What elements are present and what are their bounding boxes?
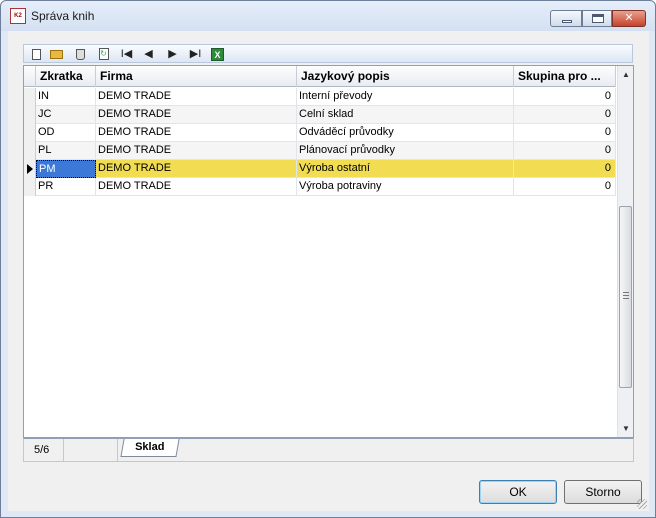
table-row[interactable]: OD DEMO TRADE Odváděcí průvodky 0 <box>24 124 616 142</box>
cell-popis[interactable]: Výroba potraviny <box>297 178 514 196</box>
cell-skupina[interactable]: 0 <box>514 178 616 196</box>
row-indicator[interactable] <box>24 178 36 196</box>
cell-popis[interactable]: Interní převody <box>297 88 514 106</box>
cell-firma[interactable]: DEMO TRADE <box>96 124 297 142</box>
minimize-icon <box>562 20 572 23</box>
cell-skupina[interactable]: 0 <box>514 88 616 106</box>
table-row[interactable]: PL DEMO TRADE Plánovací průvodky 0 <box>24 142 616 160</box>
app-icon[interactable]: K2 <box>10 8 26 24</box>
window-title: Správa knih <box>31 9 95 23</box>
cell-zkratka[interactable]: OD <box>36 124 96 142</box>
cell-zkratka[interactable]: IN <box>36 88 96 106</box>
delete-button[interactable] <box>72 46 89 62</box>
grid-rows: IN DEMO TRADE Interní převody 0 JC DEMO … <box>24 88 616 196</box>
resize-grip-icon[interactable] <box>637 499 647 509</box>
cell-firma[interactable]: DEMO TRADE <box>96 160 297 178</box>
cell-firma[interactable]: DEMO TRADE <box>96 106 297 124</box>
cell-skupina[interactable]: 0 <box>514 142 616 160</box>
excel-export-button[interactable]: X <box>209 46 226 62</box>
table-row[interactable]: IN DEMO TRADE Interní převody 0 <box>24 88 616 106</box>
cell-skupina[interactable]: 0 <box>514 160 616 178</box>
scroll-up-icon[interactable]: ▲ <box>618 66 634 83</box>
row-indicator[interactable] <box>24 124 36 142</box>
cell-popis[interactable]: Celní sklad <box>297 106 514 124</box>
current-row-arrow-icon <box>27 164 33 174</box>
row-indicator[interactable] <box>24 106 36 124</box>
scroll-down-icon[interactable]: ▼ <box>618 420 634 437</box>
close-button[interactable]: ✕ <box>612 10 646 27</box>
delete-icon <box>76 48 85 60</box>
status-blank <box>64 439 118 461</box>
table-row-selected[interactable]: PM DEMO TRADE Výroba ostatní 0 <box>24 160 616 178</box>
previous-record-icon: ◀ <box>144 48 153 60</box>
open-button[interactable] <box>48 46 65 62</box>
column-header-firma[interactable]: Firma <box>96 66 297 87</box>
refresh-button[interactable]: ↻ <box>95 46 112 62</box>
minimize-button[interactable] <box>550 10 582 27</box>
cell-popis[interactable]: Plánovací průvodky <box>297 142 514 160</box>
column-header-skupina[interactable]: Skupina pro ... <box>514 66 616 87</box>
cell-zkratka[interactable]: PL <box>36 142 96 160</box>
cell-popis[interactable]: Výroba ostatní <box>297 160 514 178</box>
table-row[interactable]: PR DEMO TRADE Výroba potraviny 0 <box>24 178 616 196</box>
status-bar: 5/6 Sklad <box>23 438 634 462</box>
cell-zkratka[interactable]: PM <box>36 160 96 178</box>
maximize-button[interactable] <box>582 10 612 27</box>
column-header-jazykovy-popis[interactable]: Jazykový popis <box>297 66 514 87</box>
last-record-button[interactable]: ▶I <box>187 46 204 62</box>
dialog-content: ↻ I◀ ◀ ▶ ▶I X Zkratka Firma Jazykový pop… <box>8 31 649 511</box>
open-folder-icon <box>50 49 63 59</box>
row-indicator[interactable] <box>24 88 36 106</box>
close-icon: ✕ <box>624 12 634 24</box>
first-record-button[interactable]: I◀ <box>118 46 135 62</box>
tab-label: Sklad <box>135 441 165 453</box>
grip-icon <box>623 292 629 299</box>
ok-button[interactable]: OK <box>479 480 557 504</box>
refresh-icon: ↻ <box>98 48 109 61</box>
first-record-icon: I◀ <box>120 48 133 60</box>
toolbar: ↻ I◀ ◀ ▶ ▶I X <box>23 44 633 63</box>
cell-firma[interactable]: DEMO TRADE <box>96 88 297 106</box>
cell-firma[interactable]: DEMO TRADE <box>96 142 297 160</box>
cell-zkratka[interactable]: JC <box>36 106 96 124</box>
scroll-thumb[interactable] <box>619 206 632 388</box>
row-indicator[interactable] <box>24 160 36 178</box>
cell-skupina[interactable]: 0 <box>514 124 616 142</box>
cancel-button[interactable]: Storno <box>564 480 642 504</box>
cell-popis[interactable]: Odváděcí průvodky <box>297 124 514 142</box>
next-record-icon: ▶ <box>168 48 177 60</box>
dialog-window: K2 Správa knih ✕ ↻ I◀ ◀ ▶ ▶I X Zkratka F… <box>0 0 656 518</box>
cell-skupina[interactable]: 0 <box>514 106 616 124</box>
tab-sklad[interactable]: Sklad <box>120 439 180 457</box>
table-row[interactable]: JC DEMO TRADE Celní sklad 0 <box>24 106 616 124</box>
grid-header: Zkratka Firma Jazykový popis Skupina pro… <box>24 66 616 87</box>
vertical-scrollbar[interactable]: ▲ ▼ <box>617 66 633 437</box>
maximize-icon <box>592 14 604 23</box>
last-record-icon: ▶I <box>189 48 202 60</box>
next-record-button[interactable]: ▶ <box>164 46 181 62</box>
cell-zkratka[interactable]: PR <box>36 178 96 196</box>
excel-export-icon: X <box>211 47 224 61</box>
row-indicator[interactable] <box>24 142 36 160</box>
record-position: 5/6 <box>24 439 64 461</box>
column-header-zkratka[interactable]: Zkratka <box>36 66 96 87</box>
row-indicator-header <box>24 66 36 87</box>
new-document-icon <box>32 48 41 60</box>
books-grid[interactable]: Zkratka Firma Jazykový popis Skupina pro… <box>23 65 634 438</box>
title-bar[interactable]: K2 Správa knih ✕ <box>1 1 655 31</box>
cell-firma[interactable]: DEMO TRADE <box>96 178 297 196</box>
new-record-button[interactable] <box>28 46 45 62</box>
previous-record-button[interactable]: ◀ <box>140 46 157 62</box>
